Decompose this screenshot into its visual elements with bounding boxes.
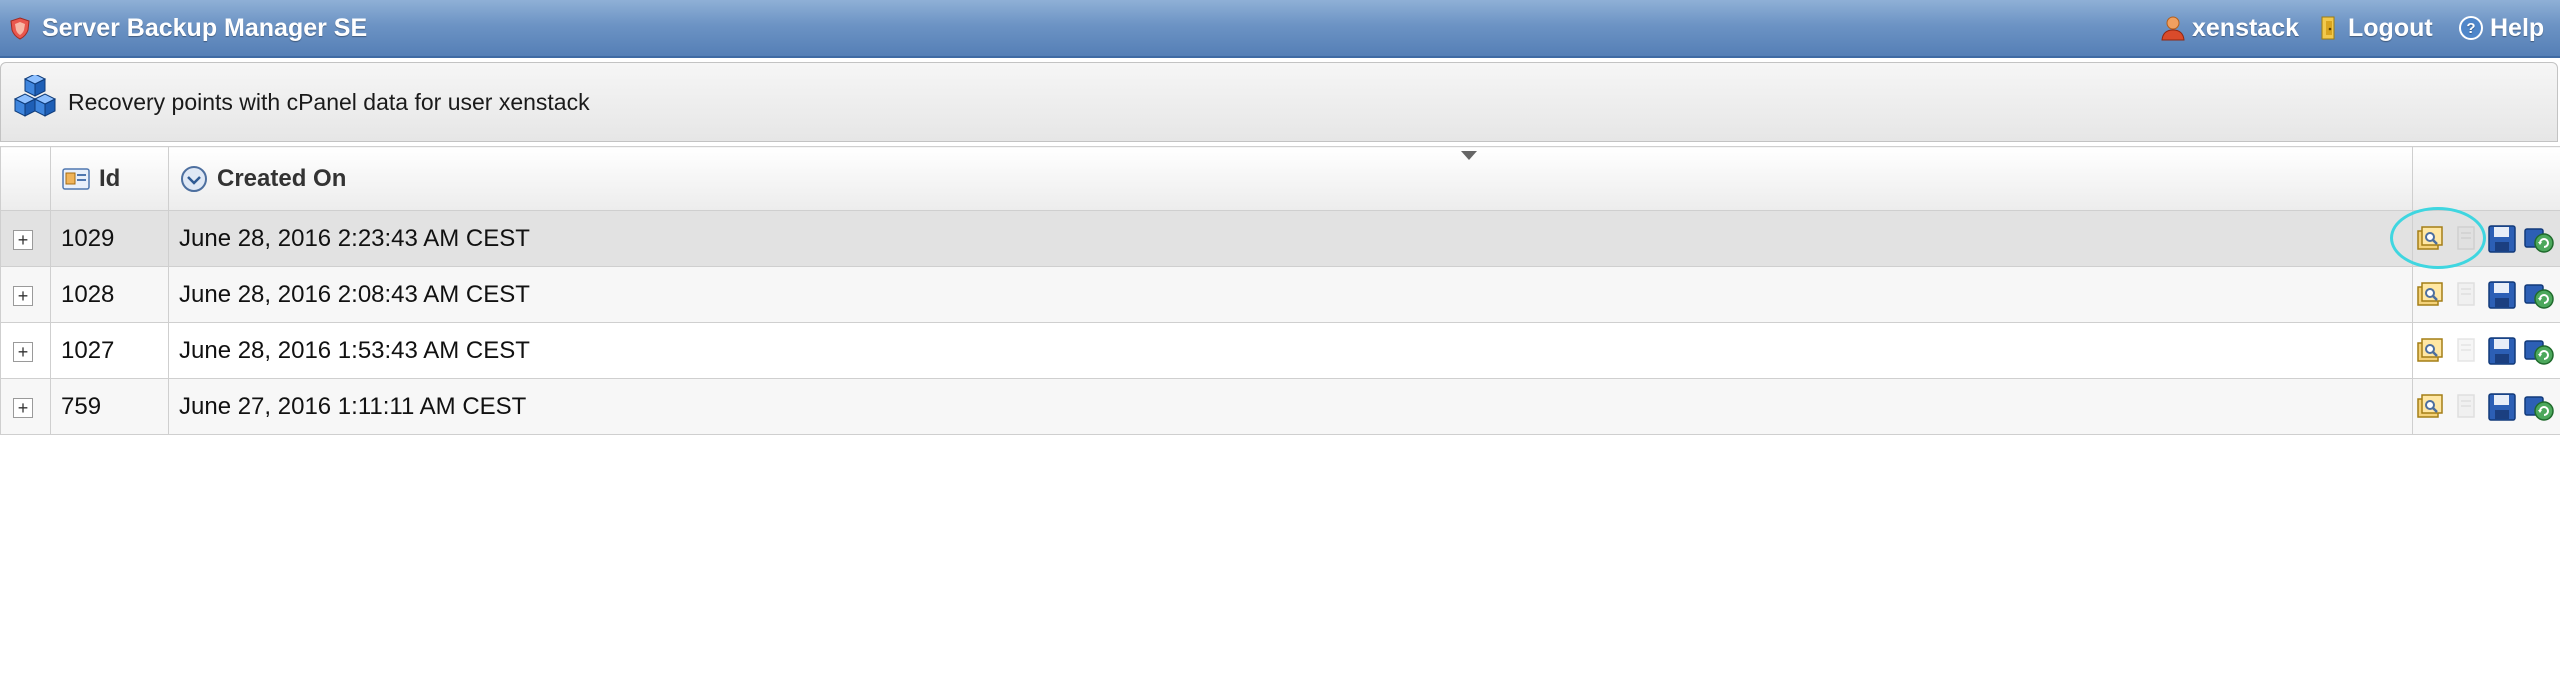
table-row[interactable]: + 1027 June 28, 2016 1:53:43 AM CEST: [0, 322, 2560, 379]
delete-icon: [2457, 225, 2475, 250]
actions-cell: [2412, 266, 2560, 323]
table-row[interactable]: + 1028 June 28, 2016 2:08:43 AM CEST: [0, 266, 2560, 323]
recovery-point-id: 1027: [61, 336, 115, 364]
created-on-column-label: Created On: [217, 164, 347, 192]
clock-icon: [181, 165, 207, 192]
delete-icon: [2457, 393, 2475, 418]
logout-label: Logout: [2348, 14, 2433, 42]
id-cell: 1029: [50, 210, 169, 267]
delete-icon: [2457, 281, 2475, 306]
expand-row-button[interactable]: +: [13, 285, 33, 306]
save-icon[interactable]: [2486, 279, 2518, 311]
created-on-cell: June 28, 2016 1:53:43 AM CEST: [168, 322, 2413, 379]
save-icon[interactable]: [2486, 223, 2518, 255]
expand-row-button[interactable]: +: [13, 397, 33, 418]
actions-cell: [2412, 210, 2560, 267]
recovery-point-created-on: June 28, 2016 2:08:43 AM CEST: [179, 280, 530, 308]
app-title: Server Backup Manager SE: [42, 14, 368, 42]
browse-icon[interactable]: [2414, 391, 2446, 423]
sort-descending-icon[interactable]: [1461, 151, 1477, 160]
id-cell: 1028: [50, 266, 169, 323]
cubes-icon: [13, 75, 57, 117]
expand-row-button[interactable]: +: [13, 341, 33, 362]
browse-icon[interactable]: [2414, 335, 2446, 367]
expander-cell: +: [0, 266, 51, 323]
table-header-row: Id Created On: [0, 146, 2560, 211]
logout-icon: [2321, 16, 2335, 40]
app-window: Server Backup Manager SE xenstack Logout…: [0, 0, 2560, 680]
recovery-point-id: 1028: [61, 280, 115, 308]
restore-icon[interactable]: [2522, 391, 2554, 423]
id-column-label: Id: [99, 164, 121, 192]
table-row[interactable]: + 1029 June 28, 2016 2:23:43 AM CEST: [0, 210, 2560, 267]
actions-cell: [2412, 322, 2560, 379]
browse-icon[interactable]: [2414, 223, 2446, 255]
recovery-point-created-on: June 28, 2016 1:53:43 AM CEST: [179, 336, 530, 364]
expander-column-header: [0, 146, 51, 211]
panel-title: Recovery points with cPanel data for use…: [68, 89, 590, 115]
username-label: xenstack: [2192, 14, 2300, 42]
help-label: Help: [2490, 14, 2545, 42]
app-logo-icon: [10, 17, 30, 40]
expander-cell: +: [0, 210, 51, 267]
recovery-point-id: 1029: [61, 224, 115, 252]
id-cell: 759: [50, 378, 169, 435]
top-bar: Server Backup Manager SE xenstack Logout…: [0, 0, 2560, 58]
id-cell: 1027: [50, 322, 169, 379]
help-icon: ?: [2459, 16, 2483, 40]
created-on-cell: June 28, 2016 2:08:43 AM CEST: [168, 266, 2413, 323]
id-column-header[interactable]: Id: [50, 146, 169, 211]
table-row[interactable]: + 759 June 27, 2016 1:11:11 AM CEST: [0, 378, 2560, 435]
expand-row-button[interactable]: +: [13, 229, 33, 250]
restore-icon[interactable]: [2522, 279, 2554, 311]
recovery-points-header: Recovery points with cPanel data for use…: [0, 62, 2558, 142]
recovery-point-id: 759: [61, 392, 102, 420]
svg-text:?: ?: [2466, 20, 2475, 37]
created-on-cell: June 28, 2016 2:23:43 AM CEST: [168, 210, 2413, 267]
actions-cell: [2412, 378, 2560, 435]
created-on-cell: June 27, 2016 1:11:11 AM CEST: [168, 378, 2413, 435]
save-icon[interactable]: [2486, 335, 2518, 367]
browse-icon[interactable]: [2414, 279, 2446, 311]
expander-cell: +: [0, 322, 51, 379]
user-icon: [2161, 16, 2185, 41]
id-card-icon: [62, 167, 90, 190]
recovery-point-created-on: June 27, 2016 1:11:11 AM CEST: [179, 392, 527, 420]
restore-icon[interactable]: [2522, 223, 2554, 255]
expander-cell: +: [0, 378, 51, 435]
save-icon[interactable]: [2486, 391, 2518, 423]
actions-column-header: [2412, 146, 2560, 211]
delete-icon: [2457, 337, 2475, 362]
recovery-point-created-on: June 28, 2016 2:23:43 AM CEST: [179, 224, 530, 252]
recovery-points-table: Id Created On + 1029 June 28, 2016 2:23:…: [0, 146, 2560, 435]
restore-icon[interactable]: [2522, 335, 2554, 367]
created-on-column-header[interactable]: Created On: [168, 146, 2413, 211]
